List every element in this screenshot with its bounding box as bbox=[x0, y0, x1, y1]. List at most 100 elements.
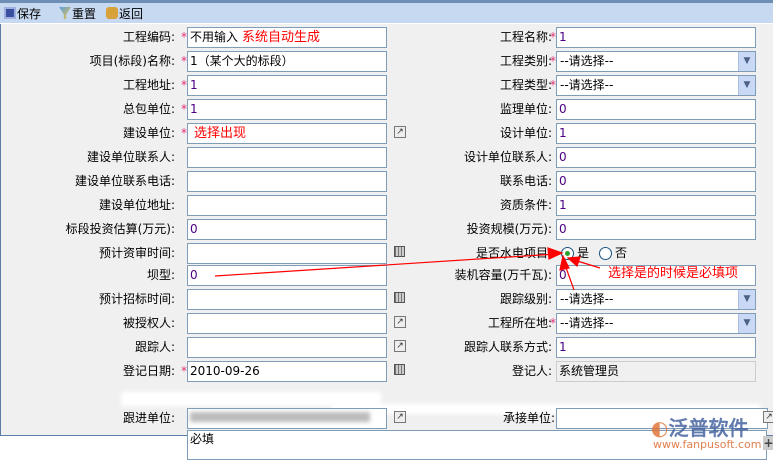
text-input[interactable] bbox=[187, 147, 387, 168]
input-value: 2010-09-26 bbox=[190, 364, 260, 378]
field-label: 工程名称: bbox=[499, 30, 552, 44]
save-label: 保存 bbox=[17, 6, 42, 21]
reset-icon bbox=[59, 7, 72, 19]
expand-icon[interactable]: + bbox=[763, 436, 773, 450]
text-input[interactable]: 系统管理员 bbox=[556, 361, 756, 382]
follow-unit-input[interactable] bbox=[187, 408, 387, 429]
chevron-down-icon[interactable]: ▼ bbox=[738, 290, 755, 309]
field-label: 设计单位联系人: bbox=[463, 150, 552, 164]
field-label: 工程类型: bbox=[499, 78, 552, 92]
save-button[interactable]: 保存 bbox=[4, 5, 41, 22]
field-label: 投资规模(万元): bbox=[466, 222, 552, 236]
text-input[interactable]: 2010-09-26 bbox=[187, 361, 387, 382]
project-form: 跟进单位: ↗ 承接单位: ↗ 必填 + ◐泛普软件 www.fanpusoft… bbox=[0, 24, 773, 460]
text-input[interactable] bbox=[187, 313, 387, 334]
input-value: 0 bbox=[190, 222, 198, 236]
field-label: 坝型: bbox=[146, 268, 175, 282]
field-label: 预计招标时间: bbox=[98, 292, 175, 306]
text-input[interactable]: 0 bbox=[556, 219, 756, 240]
text-input[interactable]: 0 bbox=[187, 219, 387, 240]
field-label: 联系电话: bbox=[499, 174, 552, 188]
field-label: 登记日期: bbox=[122, 364, 175, 378]
field-label: 登记人: bbox=[511, 364, 552, 378]
back-button[interactable]: 返回 bbox=[106, 5, 143, 22]
radio-option[interactable]: 否 bbox=[599, 244, 627, 262]
memo-value: 必填 bbox=[190, 432, 215, 446]
picker-icon[interactable]: ↗ bbox=[763, 411, 773, 423]
input-value: 1 bbox=[559, 126, 567, 140]
input-value: 1（某个大的标段） bbox=[190, 54, 294, 68]
text-input[interactable] bbox=[187, 289, 387, 310]
input-value: 1 bbox=[190, 78, 198, 92]
field-label: 总包单位: bbox=[122, 102, 175, 116]
chevron-down-icon[interactable]: ▼ bbox=[738, 76, 755, 95]
field-label: 建设单位联系人: bbox=[86, 150, 175, 164]
text-input[interactable]: 0 bbox=[187, 265, 387, 286]
radio-dot bbox=[565, 250, 570, 256]
text-input[interactable]: 选择出现 bbox=[187, 123, 387, 144]
text-input[interactable]: 1 bbox=[556, 123, 756, 144]
logo: ◐泛普软件 bbox=[651, 416, 749, 440]
radio-icon[interactable] bbox=[599, 246, 612, 260]
chevron-down-icon[interactable]: ▼ bbox=[738, 52, 755, 71]
text-input[interactable]: 1 bbox=[187, 99, 387, 120]
picker-icon[interactable]: ↗ bbox=[394, 340, 406, 352]
picker-icon[interactable]: ↗ bbox=[394, 411, 406, 423]
input-value: 1 bbox=[559, 198, 567, 212]
text-input[interactable] bbox=[187, 195, 387, 216]
field-label: 被授权人: bbox=[122, 316, 175, 330]
text-input[interactable]: 1 bbox=[187, 75, 387, 96]
annotation-note: 选择出现 bbox=[194, 126, 247, 141]
select-dropdown[interactable]: --请选择-- ▼ bbox=[556, 289, 756, 310]
picker-icon[interactable]: ↗ bbox=[394, 316, 406, 328]
input-value: 1 bbox=[559, 30, 567, 44]
select-dropdown[interactable]: --请选择-- ▼ bbox=[556, 313, 756, 334]
reset-button[interactable]: 重置 bbox=[59, 5, 96, 22]
input-value: 0 bbox=[559, 222, 567, 236]
field-label: 资质条件: bbox=[499, 198, 552, 212]
radio-label: 否 bbox=[615, 246, 628, 260]
chevron-down-icon[interactable]: ▼ bbox=[738, 314, 755, 333]
field-label: 跟踪级别: bbox=[499, 292, 552, 306]
text-input[interactable]: 0 bbox=[556, 171, 756, 192]
field-label: 装机容量(万千瓦): bbox=[454, 268, 552, 282]
radio-icon[interactable] bbox=[561, 246, 574, 260]
reset-label: 重置 bbox=[72, 6, 97, 21]
calendar-icon[interactable] bbox=[394, 364, 405, 375]
calendar-icon[interactable] bbox=[394, 246, 405, 257]
select-value: --请选择-- bbox=[560, 292, 614, 306]
field-label: 工程所在地: bbox=[487, 316, 552, 330]
toolbar: 保存 重置 返回 bbox=[0, 3, 773, 23]
text-input[interactable] bbox=[187, 171, 387, 192]
undertake-unit-label: 承接单位: bbox=[502, 411, 555, 425]
select-value: --请选择-- bbox=[560, 78, 614, 92]
annotation-note: 选择是的时候是必填项 bbox=[608, 266, 739, 281]
text-input[interactable]: 1 bbox=[556, 27, 756, 48]
text-input[interactable]: 不用输入 系统自动生成 bbox=[187, 27, 387, 48]
radio-label: 是 bbox=[577, 246, 590, 260]
save-icon bbox=[4, 7, 16, 19]
select-dropdown[interactable]: --请选择-- ▼ bbox=[556, 51, 756, 72]
select-value: --请选择-- bbox=[560, 316, 614, 330]
calendar-icon[interactable] bbox=[394, 292, 405, 303]
field-label: 工程地址: bbox=[122, 78, 175, 92]
picker-icon[interactable]: ↗ bbox=[394, 126, 406, 138]
input-value: 0 bbox=[559, 102, 567, 116]
text-input[interactable]: 1 bbox=[556, 195, 756, 216]
text-input[interactable]: 0 bbox=[556, 147, 756, 168]
field-label: 跟踪人联系方式: bbox=[463, 340, 552, 354]
field-label: 建设单位地址: bbox=[98, 198, 175, 212]
text-input[interactable] bbox=[187, 337, 387, 358]
field-label: 跟踪人: bbox=[134, 340, 175, 354]
follow-unit-label: 跟进单位: bbox=[122, 411, 175, 425]
text-input[interactable]: 0 bbox=[556, 99, 756, 120]
text-input[interactable]: 1 bbox=[556, 337, 756, 358]
text-input[interactable] bbox=[187, 243, 387, 264]
field-label: 设计单位: bbox=[499, 126, 552, 140]
radio-option[interactable]: 是 bbox=[561, 244, 589, 262]
input-value: 0 bbox=[190, 268, 198, 282]
input-value: 0 bbox=[559, 174, 567, 188]
field-label: 监理单位: bbox=[499, 102, 552, 116]
text-input[interactable]: 1（某个大的标段） bbox=[187, 51, 387, 72]
select-dropdown[interactable]: --请选择-- ▼ bbox=[556, 75, 756, 96]
